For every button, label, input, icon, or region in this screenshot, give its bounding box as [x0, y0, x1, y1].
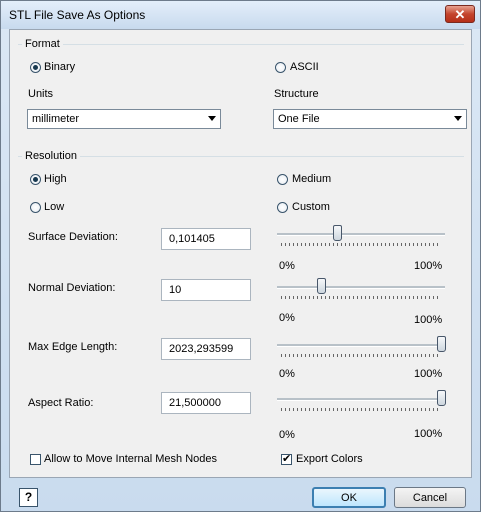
low-label: Low — [44, 201, 65, 213]
slider-thumb[interactable] — [317, 278, 326, 294]
move-nodes-label: Allow to Move Internal Mesh Nodes — [44, 453, 218, 465]
dialog-title: STL File Save As Options — [9, 8, 146, 22]
resolution-group: Resolution — [18, 150, 464, 162]
custom-label: Custom — [292, 201, 330, 213]
medium-radio[interactable] — [277, 174, 288, 185]
max-edge-length-field[interactable]: 2023,293599 — [161, 338, 251, 360]
structure-value: One File — [278, 113, 320, 125]
move-nodes-checkbox[interactable] — [30, 454, 41, 465]
format-group: Format — [18, 38, 464, 50]
surface-deviation-label: Surface Deviation: — [28, 231, 118, 243]
help-icon: ? — [24, 490, 33, 504]
aspect-ratio-field[interactable]: 21,500000 — [161, 392, 251, 414]
surface-deviation-value: 0,101405 — [169, 233, 215, 245]
binary-radio[interactable] — [30, 62, 41, 73]
chevron-down-icon — [208, 116, 216, 121]
slider-min-label: 0% — [279, 260, 295, 272]
slider-max-label: 100% — [414, 314, 443, 326]
binary-label: Binary — [44, 61, 76, 73]
low-radio[interactable] — [30, 202, 41, 213]
slider-min-label: 0% — [279, 429, 295, 441]
slider-min-label: 0% — [279, 312, 295, 324]
high-radio[interactable] — [30, 174, 41, 185]
normal-deviation-field[interactable]: 10 — [161, 279, 251, 301]
surface-deviation-field[interactable]: 0,101405 — [161, 228, 251, 250]
aspect-ratio-slider[interactable] — [277, 390, 446, 412]
aspect-ratio-label: Aspect Ratio: — [28, 397, 94, 409]
units-label: Units — [28, 88, 54, 100]
ok-button[interactable]: OK — [312, 487, 386, 508]
max-edge-length-label: Max Edge Length: — [28, 341, 118, 353]
ascii-radio[interactable] — [275, 62, 286, 73]
export-colors-checkbox[interactable]: ✔ — [281, 454, 292, 465]
slider-thumb[interactable] — [333, 225, 342, 241]
slider-max-label: 100% — [414, 368, 443, 380]
normal-deviation-slider[interactable] — [277, 278, 445, 300]
units-select[interactable]: millimeter — [27, 109, 221, 129]
max-edge-length-value: 2023,293599 — [169, 343, 234, 355]
export-colors-check-mark: ✔ — [282, 453, 292, 465]
slider-max-label: 100% — [414, 260, 443, 272]
structure-select[interactable]: One File — [273, 109, 467, 129]
cancel-button[interactable]: Cancel — [394, 487, 466, 508]
units-value: millimeter — [32, 113, 80, 125]
surface-deviation-slider[interactable] — [277, 225, 445, 247]
export-colors-label: Export Colors — [296, 453, 363, 465]
normal-deviation-label: Normal Deviation: — [28, 282, 116, 294]
help-button[interactable]: ? — [19, 488, 38, 507]
close-icon: ✕ — [454, 7, 466, 22]
max-edge-length-slider[interactable] — [277, 336, 446, 358]
chevron-down-icon — [454, 116, 462, 121]
custom-radio[interactable] — [277, 202, 288, 213]
slider-thumb[interactable] — [437, 390, 446, 406]
slider-max-label: 100% — [414, 428, 443, 440]
dialog-window: STL File Save As Options ✕ Format Binary… — [0, 0, 481, 512]
close-button[interactable]: ✕ — [445, 5, 475, 23]
high-label: High — [44, 173, 67, 185]
slider-thumb[interactable] — [437, 336, 446, 352]
title-bar[interactable]: STL File Save As Options ✕ — [1, 1, 480, 29]
resolution-group-label: Resolution — [22, 150, 80, 162]
medium-label: Medium — [292, 173, 332, 185]
format-group-label: Format — [22, 38, 63, 50]
ascii-label: ASCII — [290, 61, 319, 73]
structure-label: Structure — [274, 88, 319, 100]
aspect-ratio-value: 21,500000 — [169, 397, 221, 409]
slider-min-label: 0% — [279, 368, 295, 380]
normal-deviation-value: 10 — [169, 284, 182, 296]
dialog-body: Format Binary ASCII Units millimeter Str… — [9, 29, 472, 478]
